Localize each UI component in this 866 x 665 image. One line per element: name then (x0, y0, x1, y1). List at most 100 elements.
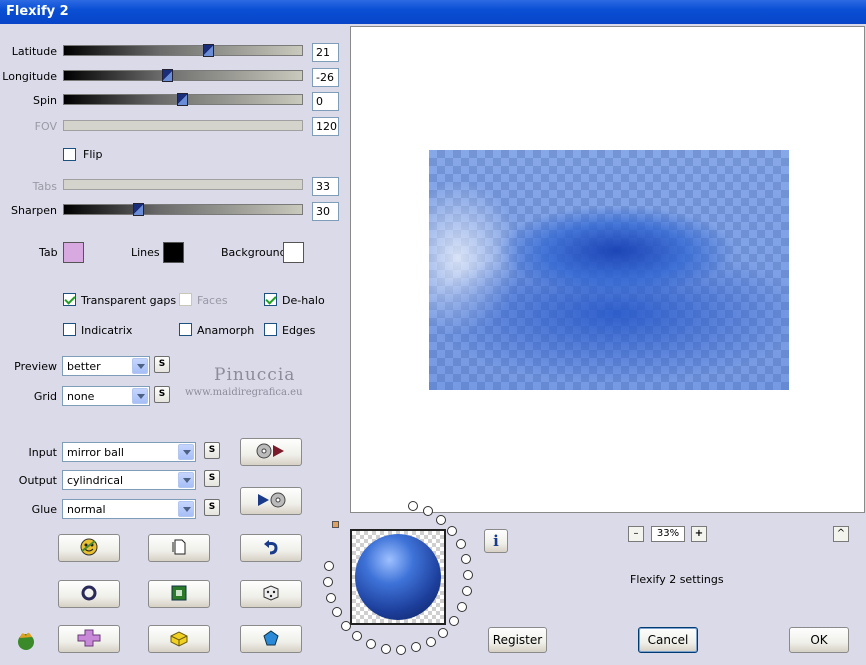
latitude-slider-thumb[interactable] (203, 44, 214, 57)
longitude-slider-thumb[interactable] (162, 69, 173, 82)
play-forward-button[interactable] (240, 438, 302, 466)
new-button[interactable] (148, 534, 210, 562)
orbit-dot (380, 643, 391, 654)
longitude-label: Longitude (2, 70, 57, 83)
chevron-down-icon (132, 358, 148, 374)
tabs-label: Tabs (32, 180, 57, 193)
undo-icon (262, 538, 280, 559)
orbit-dot (323, 560, 334, 571)
orbit-handle[interactable] (332, 521, 339, 528)
latitude-value[interactable]: 21 (312, 43, 339, 62)
output-s-button[interactable]: S (204, 470, 220, 487)
settings-label: Flexify 2 settings (630, 573, 724, 586)
longitude-slider[interactable] (63, 69, 303, 82)
pentagon-button[interactable] (240, 625, 302, 653)
collapse-button[interactable]: ^ (833, 526, 849, 542)
longitude-value[interactable]: -26 (312, 68, 339, 87)
input-value: mirror ball (67, 446, 124, 459)
orbit-dot (331, 607, 342, 618)
flip-checkbox[interactable] (63, 148, 76, 161)
orbit-dot (449, 615, 460, 626)
zoom-out-button[interactable]: – (628, 526, 644, 542)
green-square-icon (170, 584, 188, 605)
preview-area[interactable] (350, 26, 865, 513)
latitude-label: Latitude (11, 45, 57, 58)
orbit-dot (455, 539, 466, 550)
register-button[interactable]: Register (488, 627, 547, 653)
anamorph-checkbox[interactable] (179, 323, 192, 336)
lines-color-label: Lines (131, 246, 160, 259)
tabs-value[interactable]: 33 (312, 177, 339, 196)
grid-s-button[interactable]: S (154, 386, 170, 403)
input-select[interactable]: mirror ball (62, 442, 196, 462)
preview-quality-select[interactable]: better (62, 356, 150, 376)
grid-select[interactable]: none (62, 386, 150, 406)
faces-checkbox (179, 293, 192, 306)
fov-slider (63, 120, 303, 131)
indicatrix-label: Indicatrix (81, 324, 133, 337)
spin-slider-thumb[interactable] (177, 93, 188, 106)
tabs-slider (63, 179, 303, 190)
orbit-dot (323, 576, 334, 587)
edges-label: Edges (282, 324, 316, 337)
lines-color-swatch[interactable] (163, 242, 184, 263)
output-label: Output (18, 474, 57, 487)
info-icon: i (493, 532, 499, 550)
latitude-slider[interactable] (63, 44, 303, 57)
flip-label: Flip (83, 148, 103, 161)
title-bar: Flexify 2 (0, 0, 866, 24)
preview-quality-s-button[interactable]: S (154, 356, 170, 373)
orbit-dot (352, 631, 363, 642)
spin-value[interactable]: 0 (312, 92, 339, 111)
orbit-dot (436, 514, 447, 525)
faces-label: Faces (197, 294, 228, 307)
spin-label: Spin (33, 94, 57, 107)
randomize-button[interactable] (58, 534, 120, 562)
background-color-label: Background (221, 246, 287, 259)
background-color-swatch[interactable] (283, 242, 304, 263)
play-forward-icon (254, 442, 288, 463)
block-button[interactable] (148, 625, 210, 653)
cancel-button[interactable]: Cancel (638, 627, 698, 653)
spin-slider[interactable] (63, 93, 303, 106)
output-select[interactable]: cylindrical (62, 470, 196, 490)
sharpen-slider[interactable] (63, 203, 303, 216)
square-button[interactable] (148, 580, 210, 608)
de-halo-label: De-halo (282, 294, 325, 307)
info-button[interactable]: i (484, 529, 508, 553)
glue-s-button[interactable]: S (204, 499, 220, 516)
cross-shape-button[interactable] (58, 625, 120, 653)
new-page-icon (170, 538, 188, 559)
sharpen-slider-thumb[interactable] (133, 203, 144, 216)
play-reverse-icon (254, 491, 288, 512)
tab-color-swatch[interactable] (63, 242, 84, 263)
play-reverse-button[interactable] (240, 487, 302, 515)
de-halo-checkbox[interactable] (264, 293, 277, 306)
input-s-button[interactable]: S (204, 442, 220, 459)
orbit-dot (395, 644, 406, 655)
zoom-in-button[interactable]: + (691, 526, 707, 542)
orbit-dot (340, 620, 351, 631)
ring-button[interactable] (58, 580, 120, 608)
transparent-gaps-checkbox[interactable] (63, 293, 76, 306)
orbit-dot (461, 586, 472, 597)
dice-button[interactable] (240, 580, 302, 608)
indicatrix-checkbox[interactable] (63, 323, 76, 336)
output-value: cylindrical (67, 474, 124, 487)
zoom-level: 33% (651, 526, 685, 542)
chevron-down-icon (178, 472, 194, 488)
ring-icon (80, 584, 98, 605)
ok-button[interactable]: OK (789, 627, 849, 653)
orbit-dot (460, 554, 471, 565)
sharpen-value[interactable]: 30 (312, 202, 339, 221)
undo-button[interactable] (240, 534, 302, 562)
dice-icon (261, 583, 281, 606)
orbit-dot (422, 506, 433, 517)
glue-select[interactable]: normal (62, 499, 196, 519)
pentagon-icon (262, 629, 280, 650)
orbit-dot (462, 570, 473, 581)
fov-value[interactable]: 120 (312, 117, 339, 136)
edges-checkbox[interactable] (264, 323, 277, 336)
chevron-down-icon (132, 388, 148, 404)
sphere-navigator[interactable] (350, 529, 446, 625)
